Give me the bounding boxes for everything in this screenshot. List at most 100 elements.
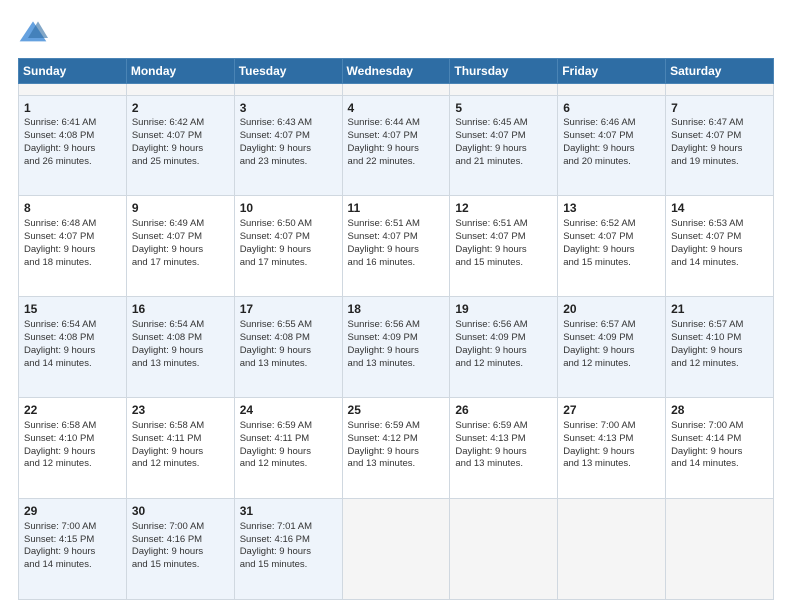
calendar-body: 1Sunrise: 6:41 AM Sunset: 4:08 PM Daylig… [19,84,774,600]
day-number: 21 [671,301,768,318]
calendar-cell [126,84,234,96]
calendar-cell: 11Sunrise: 6:51 AM Sunset: 4:07 PM Dayli… [342,196,450,297]
day-number: 19 [455,301,552,318]
day-info: Sunrise: 6:59 AM Sunset: 4:12 PM Dayligh… [348,420,445,471]
calendar-cell: 29Sunrise: 7:00 AM Sunset: 4:15 PM Dayli… [19,499,127,600]
calendar-table: SundayMondayTuesdayWednesdayThursdayFrid… [18,58,774,600]
calendar-week-2: 8Sunrise: 6:48 AM Sunset: 4:07 PM Daylig… [19,196,774,297]
day-number: 11 [348,200,445,217]
weekday-header-saturday: Saturday [666,59,774,84]
day-number: 12 [455,200,552,217]
calendar-cell: 25Sunrise: 6:59 AM Sunset: 4:12 PM Dayli… [342,398,450,499]
day-number: 16 [132,301,229,318]
day-info: Sunrise: 7:00 AM Sunset: 4:15 PM Dayligh… [24,521,121,572]
day-number: 29 [24,503,121,520]
calendar-cell: 5Sunrise: 6:45 AM Sunset: 4:07 PM Daylig… [450,95,558,196]
day-info: Sunrise: 6:58 AM Sunset: 4:11 PM Dayligh… [132,420,229,471]
logo-icon [18,18,48,48]
day-number: 28 [671,402,768,419]
day-number: 17 [240,301,337,318]
calendar-cell: 24Sunrise: 6:59 AM Sunset: 4:11 PM Dayli… [234,398,342,499]
calendar-cell: 12Sunrise: 6:51 AM Sunset: 4:07 PM Dayli… [450,196,558,297]
day-number: 23 [132,402,229,419]
calendar-cell: 20Sunrise: 6:57 AM Sunset: 4:09 PM Dayli… [558,297,666,398]
day-number: 18 [348,301,445,318]
calendar-cell [558,84,666,96]
day-info: Sunrise: 6:42 AM Sunset: 4:07 PM Dayligh… [132,117,229,168]
calendar-cell: 3Sunrise: 6:43 AM Sunset: 4:07 PM Daylig… [234,95,342,196]
day-info: Sunrise: 6:57 AM Sunset: 4:10 PM Dayligh… [671,319,768,370]
day-number: 4 [348,100,445,117]
calendar-cell: 28Sunrise: 7:00 AM Sunset: 4:14 PM Dayli… [666,398,774,499]
day-info: Sunrise: 6:59 AM Sunset: 4:11 PM Dayligh… [240,420,337,471]
day-number: 7 [671,100,768,117]
day-info: Sunrise: 6:43 AM Sunset: 4:07 PM Dayligh… [240,117,337,168]
calendar-cell: 27Sunrise: 7:00 AM Sunset: 4:13 PM Dayli… [558,398,666,499]
calendar-cell [666,84,774,96]
calendar-cell [558,499,666,600]
weekday-header-sunday: Sunday [19,59,127,84]
calendar-cell: 21Sunrise: 6:57 AM Sunset: 4:10 PM Dayli… [666,297,774,398]
weekday-header-thursday: Thursday [450,59,558,84]
day-number: 31 [240,503,337,520]
calendar-cell: 14Sunrise: 6:53 AM Sunset: 4:07 PM Dayli… [666,196,774,297]
calendar-cell: 26Sunrise: 6:59 AM Sunset: 4:13 PM Dayli… [450,398,558,499]
day-info: Sunrise: 6:51 AM Sunset: 4:07 PM Dayligh… [455,218,552,269]
day-number: 8 [24,200,121,217]
day-info: Sunrise: 6:51 AM Sunset: 4:07 PM Dayligh… [348,218,445,269]
weekday-header-tuesday: Tuesday [234,59,342,84]
day-number: 20 [563,301,660,318]
calendar-cell: 6Sunrise: 6:46 AM Sunset: 4:07 PM Daylig… [558,95,666,196]
day-info: Sunrise: 6:48 AM Sunset: 4:07 PM Dayligh… [24,218,121,269]
day-number: 14 [671,200,768,217]
day-number: 25 [348,402,445,419]
day-number: 6 [563,100,660,117]
calendar-cell [342,499,450,600]
day-info: Sunrise: 6:49 AM Sunset: 4:07 PM Dayligh… [132,218,229,269]
calendar-cell: 13Sunrise: 6:52 AM Sunset: 4:07 PM Dayli… [558,196,666,297]
calendar-cell: 8Sunrise: 6:48 AM Sunset: 4:07 PM Daylig… [19,196,127,297]
day-info: Sunrise: 6:59 AM Sunset: 4:13 PM Dayligh… [455,420,552,471]
weekday-header-friday: Friday [558,59,666,84]
day-number: 22 [24,402,121,419]
calendar-cell [19,84,127,96]
weekday-header-monday: Monday [126,59,234,84]
calendar-week-4: 22Sunrise: 6:58 AM Sunset: 4:10 PM Dayli… [19,398,774,499]
page: SundayMondayTuesdayWednesdayThursdayFrid… [0,0,792,612]
calendar-cell: 22Sunrise: 6:58 AM Sunset: 4:10 PM Dayli… [19,398,127,499]
calendar-cell: 19Sunrise: 6:56 AM Sunset: 4:09 PM Dayli… [450,297,558,398]
calendar-cell: 2Sunrise: 6:42 AM Sunset: 4:07 PM Daylig… [126,95,234,196]
logo [18,18,52,48]
calendar-cell: 1Sunrise: 6:41 AM Sunset: 4:08 PM Daylig… [19,95,127,196]
day-info: Sunrise: 6:44 AM Sunset: 4:07 PM Dayligh… [348,117,445,168]
day-info: Sunrise: 7:00 AM Sunset: 4:16 PM Dayligh… [132,521,229,572]
day-info: Sunrise: 6:57 AM Sunset: 4:09 PM Dayligh… [563,319,660,370]
day-number: 13 [563,200,660,217]
day-info: Sunrise: 7:00 AM Sunset: 4:13 PM Dayligh… [563,420,660,471]
weekday-header-wednesday: Wednesday [342,59,450,84]
day-info: Sunrise: 6:58 AM Sunset: 4:10 PM Dayligh… [24,420,121,471]
day-info: Sunrise: 6:45 AM Sunset: 4:07 PM Dayligh… [455,117,552,168]
day-number: 27 [563,402,660,419]
calendar-week-0 [19,84,774,96]
calendar-cell: 17Sunrise: 6:55 AM Sunset: 4:08 PM Dayli… [234,297,342,398]
day-number: 15 [24,301,121,318]
day-info: Sunrise: 6:41 AM Sunset: 4:08 PM Dayligh… [24,117,121,168]
calendar-cell: 18Sunrise: 6:56 AM Sunset: 4:09 PM Dayli… [342,297,450,398]
day-number: 9 [132,200,229,217]
calendar-cell [450,499,558,600]
calendar-cell: 9Sunrise: 6:49 AM Sunset: 4:07 PM Daylig… [126,196,234,297]
calendar-week-3: 15Sunrise: 6:54 AM Sunset: 4:08 PM Dayli… [19,297,774,398]
weekday-row: SundayMondayTuesdayWednesdayThursdayFrid… [19,59,774,84]
calendar-cell: 10Sunrise: 6:50 AM Sunset: 4:07 PM Dayli… [234,196,342,297]
calendar-cell: 16Sunrise: 6:54 AM Sunset: 4:08 PM Dayli… [126,297,234,398]
day-info: Sunrise: 6:54 AM Sunset: 4:08 PM Dayligh… [24,319,121,370]
day-number: 3 [240,100,337,117]
day-info: Sunrise: 6:55 AM Sunset: 4:08 PM Dayligh… [240,319,337,370]
day-info: Sunrise: 6:56 AM Sunset: 4:09 PM Dayligh… [455,319,552,370]
calendar-cell: 7Sunrise: 6:47 AM Sunset: 4:07 PM Daylig… [666,95,774,196]
day-number: 5 [455,100,552,117]
calendar-cell: 31Sunrise: 7:01 AM Sunset: 4:16 PM Dayli… [234,499,342,600]
calendar-cell [342,84,450,96]
calendar-cell [234,84,342,96]
